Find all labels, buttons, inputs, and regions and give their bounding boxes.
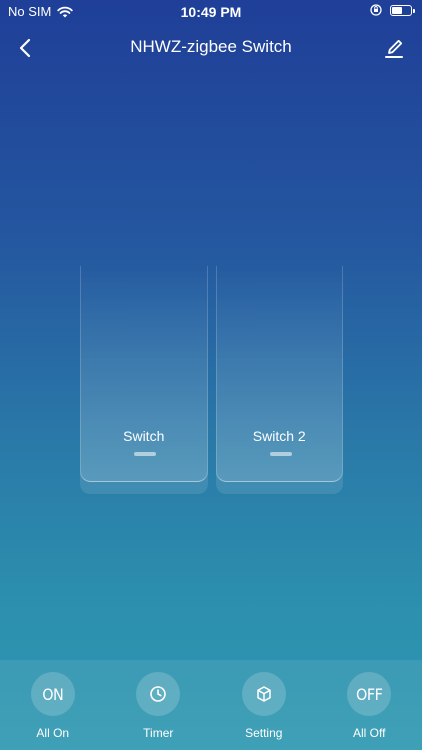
all-on-button[interactable]: ON All On — [13, 660, 93, 740]
status-bar: No SIM 10:49 PM — [0, 0, 422, 24]
setting-icon-wrap — [241, 672, 286, 716]
off-icon: OFF — [347, 672, 392, 716]
switch-face — [216, 265, 342, 482]
chevron-left-icon[interactable] — [14, 36, 38, 60]
orientation-lock-icon — [370, 4, 382, 16]
timer-label: Timer — [143, 726, 174, 740]
switch-indicator — [269, 452, 292, 456]
switch-label: Switch — [123, 428, 165, 444]
switch-face — [81, 265, 207, 482]
switch-button-1[interactable]: Switch — [80, 266, 208, 482]
status-right-group — [370, 4, 415, 16]
switch-label: Switch 2 — [252, 428, 306, 444]
status-time: 10:49 PM — [180, 4, 242, 20]
all-off-button[interactable]: OFF All Off — [329, 660, 409, 740]
cube-icon — [257, 686, 271, 702]
bottom-action-bar: ON All On Timer Setting OFF All Off — [0, 660, 422, 750]
timer-button[interactable]: Timer — [118, 660, 198, 740]
all-on-label: All On — [36, 726, 70, 740]
battery-icon — [390, 4, 415, 16]
switch-indicator — [134, 452, 156, 456]
switch-button-2[interactable]: Switch 2 — [215, 265, 343, 482]
timer-icon-wrap — [136, 672, 181, 716]
page-title: NHWZ-zigbee Switch — [130, 37, 292, 56]
setting-label: Setting — [245, 726, 283, 740]
nav-bar: NHWZ-zigbee Switch — [0, 28, 422, 68]
clock-icon — [150, 686, 167, 702]
switch-panel: Switch Switch 2 — [80, 266, 343, 486]
on-icon: ON — [30, 672, 75, 716]
all-off-label: All Off — [353, 726, 386, 740]
pencil-icon[interactable] — [382, 36, 406, 60]
setting-button[interactable]: Setting — [224, 660, 304, 740]
